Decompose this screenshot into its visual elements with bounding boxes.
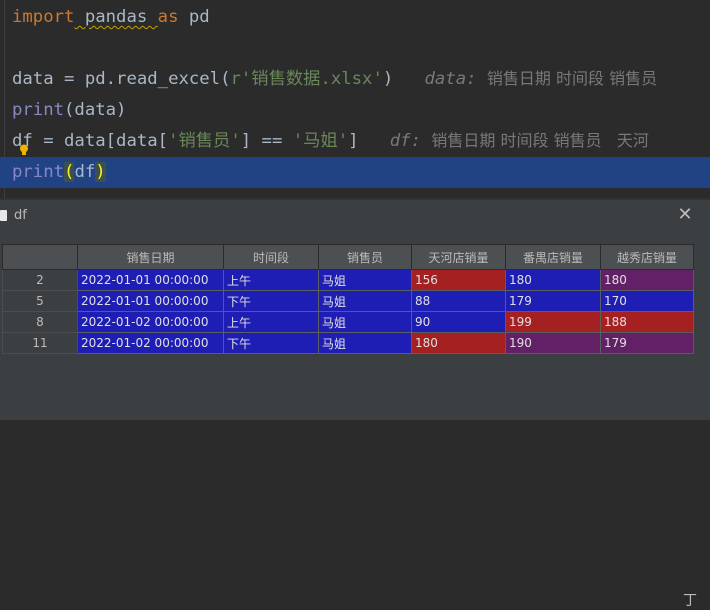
cell-yuexiu[interactable]: 170 xyxy=(600,290,694,312)
cell-date[interactable]: 2022-01-01 00:00:00 xyxy=(77,290,224,312)
code-line-import[interactable]: import pandas as pd xyxy=(12,3,210,31)
row-index[interactable]: 2 xyxy=(2,269,78,291)
table-row: 2 2022-01-01 00:00:00 上午 马姐 156 180 180 xyxy=(2,269,694,291)
keyword-import: import xyxy=(12,7,75,27)
code-line-read-excel[interactable]: data = pd.read_excel(r'销售数据.xlsx') data:… xyxy=(12,65,657,93)
cell-date[interactable]: 2022-01-02 00:00:00 xyxy=(77,311,224,333)
table-row: 8 2022-01-02 00:00:00 上午 马姐 90 199 188 xyxy=(2,311,694,333)
cell-yuexiu[interactable]: 188 xyxy=(600,311,694,333)
cell-seller[interactable]: 马姐 xyxy=(318,269,412,291)
code-text: (data) xyxy=(64,100,127,120)
viewer-title: df xyxy=(14,208,27,223)
close-icon[interactable]: ✕ xyxy=(675,204,695,226)
row-index[interactable]: 5 xyxy=(2,290,78,312)
matched-paren: ) xyxy=(95,162,106,182)
code-text: df = data[data[ xyxy=(12,131,169,151)
column-header-period[interactable]: 时间段 xyxy=(223,244,319,270)
row-index[interactable]: 11 xyxy=(2,332,78,354)
inline-hint-text: 销售日期 时间段 销售员 天河 xyxy=(431,131,649,150)
column-header-date[interactable]: 销售日期 xyxy=(77,244,224,270)
builtin-print: print xyxy=(12,100,65,120)
cell-tianhe[interactable]: 156 xyxy=(411,269,506,291)
cell-panyu[interactable]: 199 xyxy=(505,311,601,333)
cell-tianhe[interactable]: 90 xyxy=(411,311,506,333)
viewer-header: df ✕ xyxy=(0,200,710,232)
code-text: ] == xyxy=(240,131,293,151)
builtin-print: print xyxy=(12,162,65,182)
column-header-seller[interactable]: 销售员 xyxy=(318,244,412,270)
cell-tianhe[interactable]: 88 xyxy=(411,290,506,312)
code-text: df xyxy=(74,162,96,182)
column-header-tianhe[interactable]: 天河店销量 xyxy=(411,244,506,270)
cell-tianhe[interactable]: 180 xyxy=(411,332,506,354)
cell-period[interactable]: 上午 xyxy=(223,311,319,333)
code-line-print-df[interactable]: print(df) xyxy=(12,158,106,186)
cell-panyu[interactable]: 190 xyxy=(505,332,601,354)
row-index[interactable]: 8 xyxy=(2,311,78,333)
cell-period[interactable]: 下午 xyxy=(223,290,319,312)
cell-panyu[interactable]: 180 xyxy=(505,269,601,291)
cell-period[interactable]: 下午 xyxy=(223,332,319,354)
cell-yuexiu[interactable]: 180 xyxy=(600,269,694,291)
lightbulb-icon[interactable] xyxy=(19,144,29,156)
cell-yuexiu[interactable]: 179 xyxy=(600,332,694,354)
table-icon xyxy=(0,210,7,221)
column-header-index[interactable] xyxy=(2,244,78,270)
code-text: ) xyxy=(382,69,394,89)
column-header-panyu[interactable]: 番禺店销量 xyxy=(505,244,601,270)
code-text: data = pd.read_excel( xyxy=(12,69,231,89)
cell-period[interactable]: 上午 xyxy=(223,269,319,291)
cell-panyu[interactable]: 179 xyxy=(505,290,601,312)
string-literal: '马姐' xyxy=(292,131,349,151)
dataframe-table: 销售日期 时间段 销售员 天河店销量 番禺店销量 越秀店销量 2 2022-01… xyxy=(2,244,694,354)
cell-date[interactable]: 2022-01-02 00:00:00 xyxy=(77,332,224,354)
module-name: pandas xyxy=(74,7,158,27)
column-header-yuexiu[interactable]: 越秀店销量 xyxy=(600,244,694,270)
code-line-print-data[interactable]: print(data) xyxy=(12,96,126,124)
code-editor[interactable]: import pandas as pd data = pd.read_excel… xyxy=(0,0,710,198)
keyword-as: as xyxy=(157,7,179,27)
string-literal: '销售员' xyxy=(168,131,241,151)
inline-hint-text: 销售日期 时间段 销售员 xyxy=(486,69,658,88)
code-line-filter[interactable]: df = data[data['销售员'] == '马姐'] df: 销售日期 … xyxy=(12,127,649,155)
cell-date[interactable]: 2022-01-01 00:00:00 xyxy=(77,269,224,291)
matched-paren: ( xyxy=(64,162,75,182)
cell-seller[interactable]: 马姐 xyxy=(318,290,412,312)
table-row: 5 2022-01-01 00:00:00 下午 马姐 88 179 170 xyxy=(2,290,694,312)
selected-line-highlight xyxy=(0,157,710,188)
table-row: 11 2022-01-02 00:00:00 下午 马姐 180 190 179 xyxy=(2,332,694,354)
corner-glyph: 丁 xyxy=(683,593,697,609)
alias-name: pd xyxy=(178,7,210,27)
dataframe-viewer: df ✕ 销售日期 时间段 销售员 天河店销量 番禺店销量 越秀店销量 2 20… xyxy=(0,198,710,609)
code-text: ] xyxy=(348,131,359,151)
table-header-row: 销售日期 时间段 销售员 天河店销量 番禺店销量 越秀店销量 xyxy=(2,244,694,270)
string-literal: r'销售数据.xlsx' xyxy=(230,69,383,89)
inline-hint-label: df: xyxy=(389,131,421,151)
cell-seller[interactable]: 马姐 xyxy=(318,332,412,354)
cell-seller[interactable]: 马姐 xyxy=(318,311,412,333)
inline-hint-label: data: xyxy=(424,69,477,89)
